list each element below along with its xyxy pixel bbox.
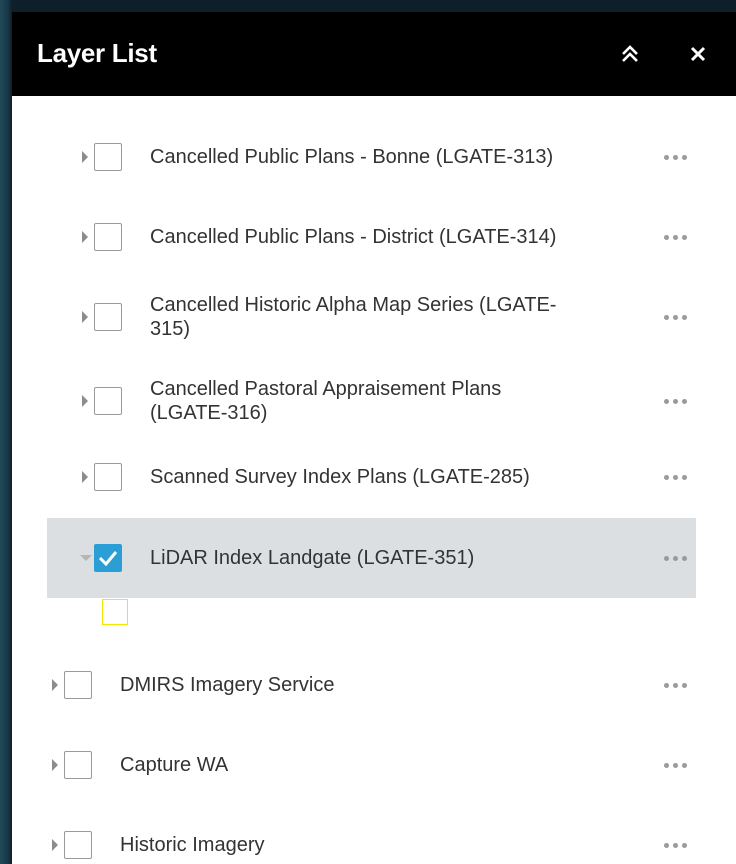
layer-label-line: Historic Imagery: [120, 834, 265, 856]
layer-list-panel: Layer List Cancelled Public Plans - Bonn…: [12, 12, 736, 864]
layer-visibility-checkbox[interactable]: [94, 463, 122, 491]
ellipsis-dot-icon: [672, 314, 678, 320]
more-options-button[interactable]: [656, 546, 694, 570]
layer-label-line: (LGATE-316): [150, 402, 268, 424]
ellipsis-dot-icon: [663, 762, 669, 768]
ellipsis-dot-icon: [672, 682, 678, 688]
more-options-button[interactable]: [656, 673, 694, 697]
layer-row[interactable]: Historic Imagery: [12, 814, 736, 864]
panel-title: Layer List: [37, 38, 157, 68]
layer-visibility-checkbox[interactable]: [64, 751, 92, 779]
more-options-button[interactable]: [656, 225, 694, 249]
ellipsis-dot-icon: [681, 398, 687, 404]
panel-header: Layer List: [12, 12, 736, 96]
ellipsis-dot-icon: [663, 398, 669, 404]
close-button[interactable]: [678, 34, 718, 74]
layer-visibility-checkbox[interactable]: [64, 831, 92, 859]
ellipsis-dot-icon: [672, 474, 678, 480]
layer-label[interactable]: DMIRS Imagery Service: [120, 673, 335, 697]
ellipsis-dot-icon: [672, 234, 678, 240]
layer-row[interactable]: Cancelled Public Plans - District (LGATE…: [12, 206, 736, 268]
more-options-button[interactable]: [656, 305, 694, 329]
layer-visibility-checkbox[interactable]: [94, 223, 122, 251]
ellipsis-dot-icon: [663, 314, 669, 320]
layer-visibility-checkbox[interactable]: [94, 387, 122, 415]
ellipsis-dot-icon: [663, 682, 669, 688]
layer-label-line: Capture WA: [120, 754, 229, 776]
ellipsis-dot-icon: [672, 762, 678, 768]
layer-label-line: Scanned Survey Index Plans (LGATE-285): [150, 466, 530, 488]
ellipsis-dot-icon: [663, 234, 669, 240]
double-chevron-up-icon: [622, 45, 638, 62]
caret-right-icon[interactable]: [82, 471, 88, 483]
ellipsis-dot-icon: [672, 842, 678, 848]
layer-row[interactable]: DMIRS Imagery Service: [12, 654, 736, 716]
ellipsis-dot-icon: [681, 474, 687, 480]
layer-visibility-checkbox[interactable]: [94, 143, 122, 171]
caret-down-icon[interactable]: [80, 555, 92, 561]
ellipsis-dot-icon: [672, 555, 678, 561]
layer-label[interactable]: Cancelled Pastoral Appraisement Plans (LG…: [150, 377, 501, 425]
caret-right-icon[interactable]: [52, 679, 58, 691]
layer-visibility-checkbox[interactable]: [64, 671, 92, 699]
layer-label-line: Cancelled Historic Alpha Map Series (LGA…: [150, 294, 557, 316]
ellipsis-dot-icon: [672, 398, 678, 404]
layer-label[interactable]: Cancelled Public Plans - Bonne (LGATE-31…: [150, 145, 553, 169]
ellipsis-dot-icon: [681, 682, 687, 688]
more-options-button[interactable]: [656, 145, 694, 169]
layer-visibility-checkbox[interactable]: [94, 544, 122, 572]
layer-row[interactable]: Cancelled Pastoral Appraisement Plans (LG…: [12, 366, 736, 436]
layer-row[interactable]: Cancelled Historic Alpha Map Series (LGA…: [12, 282, 736, 352]
more-options-button[interactable]: [656, 833, 694, 857]
ellipsis-dot-icon: [663, 842, 669, 848]
ellipsis-dot-icon: [663, 555, 669, 561]
caret-right-icon[interactable]: [52, 759, 58, 771]
ellipsis-dot-icon: [681, 555, 687, 561]
layer-row[interactable]: Capture WA: [12, 734, 736, 796]
caret-right-icon[interactable]: [82, 395, 88, 407]
layer-row[interactable]: Scanned Survey Index Plans (LGATE-285): [12, 446, 736, 508]
more-options-button[interactable]: [656, 389, 694, 413]
layer-visibility-checkbox[interactable]: [94, 303, 122, 331]
more-options-button[interactable]: [656, 753, 694, 777]
ellipsis-dot-icon: [663, 474, 669, 480]
close-icon: [690, 46, 706, 62]
layer-label-line: Cancelled Public Plans - District (LGATE…: [150, 226, 557, 248]
ellipsis-dot-icon: [663, 154, 669, 160]
collapse-button[interactable]: [610, 34, 650, 74]
caret-right-icon[interactable]: [82, 151, 88, 163]
checkmark-icon: [98, 551, 118, 567]
ellipsis-dot-icon: [681, 154, 687, 160]
ellipsis-dot-icon: [681, 762, 687, 768]
layer-label-line: LiDAR Index Landgate (LGATE-351): [150, 547, 475, 569]
ellipsis-dot-icon: [681, 314, 687, 320]
ellipsis-dot-icon: [672, 154, 678, 160]
layer-label-line: Cancelled Public Plans - Bonne (LGATE-31…: [150, 146, 554, 168]
layer-label[interactable]: Scanned Survey Index Plans (LGATE-285): [150, 465, 530, 489]
layer-label[interactable]: Cancelled Public Plans - District (LGATE…: [150, 225, 556, 249]
caret-right-icon[interactable]: [82, 311, 88, 323]
layer-label[interactable]: Capture WA: [120, 753, 228, 777]
ellipsis-dot-icon: [681, 842, 687, 848]
layer-row[interactable]: LiDAR Index Landgate (LGATE-351): [12, 518, 736, 598]
layer-label[interactable]: LiDAR Index Landgate (LGATE-351): [150, 546, 474, 570]
layer-row[interactable]: Cancelled Public Plans - Bonne (LGATE-31…: [12, 126, 736, 188]
layer-label-line: Cancelled Pastoral Appraisement Plans: [150, 378, 502, 400]
layer-label-line: DMIRS Imagery Service: [120, 674, 335, 696]
more-options-button[interactable]: [656, 465, 694, 489]
layer-label-line: 315): [150, 318, 191, 340]
layer-label[interactable]: Cancelled Historic Alpha Map Series (LGA…: [150, 293, 556, 341]
caret-right-icon[interactable]: [52, 839, 58, 851]
legend-swatch: [102, 599, 128, 625]
ellipsis-dot-icon: [681, 234, 687, 240]
layer-label[interactable]: Historic Imagery: [120, 833, 264, 857]
caret-right-icon[interactable]: [82, 231, 88, 243]
